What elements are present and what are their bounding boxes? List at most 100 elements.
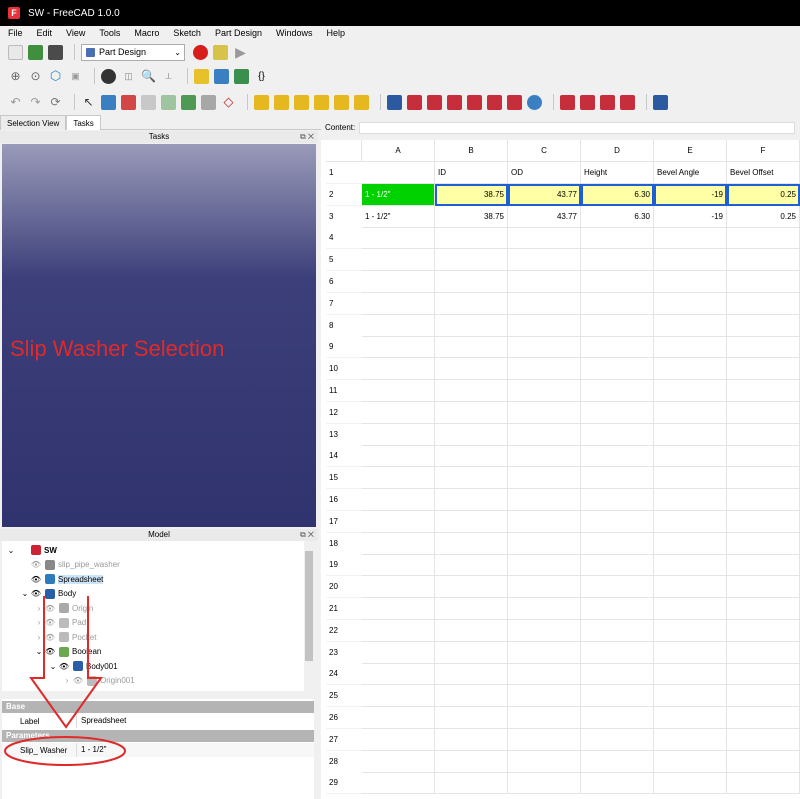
sheet-cell[interactable]: [727, 685, 800, 708]
sheet-cell[interactable]: [508, 772, 581, 795]
datum-point-icon[interactable]: [161, 94, 176, 110]
menu-windows[interactable]: Windows: [268, 28, 319, 38]
tree-item[interactable]: ⌄ 👁 Body: [20, 587, 76, 601]
sheet-cell[interactable]: [508, 336, 581, 359]
row-header[interactable]: 17: [326, 510, 362, 533]
subtractive-helix-icon[interactable]: [487, 94, 502, 110]
redo-icon[interactable]: ↷: [28, 95, 43, 110]
macro-editor-icon[interactable]: [213, 44, 228, 60]
run-macro-icon[interactable]: ▶: [233, 44, 248, 60]
sheet-cell[interactable]: [362, 380, 435, 402]
sheet-cell[interactable]: [581, 292, 654, 315]
row-header[interactable]: 10: [326, 358, 362, 381]
sheet-cell[interactable]: [654, 641, 727, 664]
chevron-down-icon[interactable]: ⌄: [48, 662, 58, 671]
sheet-cell[interactable]: [727, 663, 800, 686]
revolution-icon[interactable]: [274, 94, 289, 110]
sheet-cell[interactable]: [727, 598, 800, 620]
tree-scrollbar[interactable]: [304, 541, 314, 691]
tree-item[interactable]: 👁 Spreadsheet: [20, 572, 104, 586]
refresh-icon[interactable]: ⟳: [48, 95, 63, 110]
content-input[interactable]: [359, 121, 795, 134]
sheet-cell[interactable]: [654, 598, 727, 620]
sheet-cell[interactable]: 38.75: [435, 205, 508, 228]
subtractive-primitive-icon[interactable]: [507, 94, 522, 110]
sheet-cell[interactable]: ID: [435, 162, 508, 184]
part-icon[interactable]: [194, 68, 209, 84]
row-header[interactable]: 18: [326, 532, 362, 555]
row-header[interactable]: 8: [326, 314, 362, 337]
sheet-cell[interactable]: [508, 510, 581, 533]
sheet-cell[interactable]: -19: [654, 183, 727, 206]
sheet-cell[interactable]: [581, 728, 654, 751]
measure-distance-icon[interactable]: ⟂: [161, 69, 176, 84]
sheet-cell[interactable]: [362, 162, 435, 184]
sheet-cell[interactable]: [654, 663, 727, 686]
sheet-cell[interactable]: [727, 292, 800, 315]
sheet-cell[interactable]: OD: [508, 162, 581, 184]
sheet-cell[interactable]: [654, 619, 727, 642]
sheet-cell[interactable]: [508, 401, 581, 424]
sheet-cell[interactable]: [435, 554, 508, 577]
sheet-cell[interactable]: [435, 445, 508, 468]
sheet-cell[interactable]: [508, 467, 581, 490]
sheet-cell[interactable]: [654, 467, 727, 490]
menu-help[interactable]: Help: [318, 28, 351, 38]
sheet-cell[interactable]: 1 - 1/2": [362, 205, 435, 228]
sheet-cell[interactable]: [654, 380, 727, 402]
sheet-cell[interactable]: [654, 772, 727, 795]
sheet-cell[interactable]: [654, 227, 727, 250]
sheet-cell[interactable]: [654, 445, 727, 468]
sheet-cell[interactable]: [581, 772, 654, 795]
sheet-cell[interactable]: [727, 249, 800, 272]
sheet-cell[interactable]: [435, 249, 508, 272]
sheet-cell[interactable]: [435, 271, 508, 293]
body-icon[interactable]: [101, 94, 116, 110]
sheet-cell[interactable]: [362, 728, 435, 751]
visibility-eye-icon[interactable]: 👁: [30, 560, 42, 569]
additive-helix-icon[interactable]: [334, 94, 349, 110]
menu-view[interactable]: View: [58, 28, 91, 38]
sheet-cell[interactable]: [654, 401, 727, 424]
tree-item[interactable]: › 👁 Origin: [34, 601, 93, 615]
column-header-a[interactable]: A: [362, 140, 435, 162]
sheet-cell[interactable]: [435, 728, 508, 751]
sheet-cell[interactable]: [362, 641, 435, 664]
sheet-cell[interactable]: 43.77: [508, 205, 581, 228]
tree-item[interactable]: ⌄ 👁 Body001: [48, 659, 118, 673]
sheet-cell[interactable]: [654, 249, 727, 272]
sheet-cell[interactable]: [508, 489, 581, 511]
sheet-cell[interactable]: [581, 576, 654, 599]
stereo-icon[interactable]: [101, 68, 116, 84]
groove-icon[interactable]: [427, 94, 442, 110]
chevron-right-icon[interactable]: ›: [34, 604, 44, 613]
visibility-eye-icon[interactable]: 👁: [44, 618, 56, 627]
tab-tasks[interactable]: Tasks: [66, 115, 101, 130]
sheet-cell[interactable]: [727, 271, 800, 293]
property-value[interactable]: 1 - 1/2": [76, 743, 107, 757]
sheet-cell[interactable]: [362, 532, 435, 555]
sheet-cell[interactable]: [435, 489, 508, 511]
sheet-cell[interactable]: [362, 772, 435, 795]
sheet-cell[interactable]: [581, 445, 654, 468]
menu-tools[interactable]: Tools: [91, 28, 126, 38]
sheet-cell[interactable]: [508, 728, 581, 751]
sheet-cell[interactable]: [727, 532, 800, 555]
chevron-down-icon[interactable]: ⌄: [20, 589, 30, 598]
sheet-cell[interactable]: [727, 314, 800, 337]
sheet-cell[interactable]: [508, 358, 581, 381]
row-header[interactable]: 28: [326, 750, 362, 773]
sheet-cell[interactable]: [727, 489, 800, 511]
sheet-cell[interactable]: [435, 750, 508, 773]
draft-icon[interactable]: [600, 94, 615, 110]
sheet-cell[interactable]: [581, 489, 654, 511]
sheet-cell[interactable]: [435, 707, 508, 729]
sheet-cell[interactable]: [362, 554, 435, 577]
sheet-cell[interactable]: [435, 532, 508, 555]
sheet-cell[interactable]: [654, 314, 727, 337]
boolean-icon[interactable]: [527, 94, 542, 110]
row-header[interactable]: 26: [326, 707, 362, 729]
menu-part-design[interactable]: Part Design: [207, 28, 268, 38]
sheet-cell[interactable]: [508, 619, 581, 642]
sheet-cell[interactable]: [581, 641, 654, 664]
